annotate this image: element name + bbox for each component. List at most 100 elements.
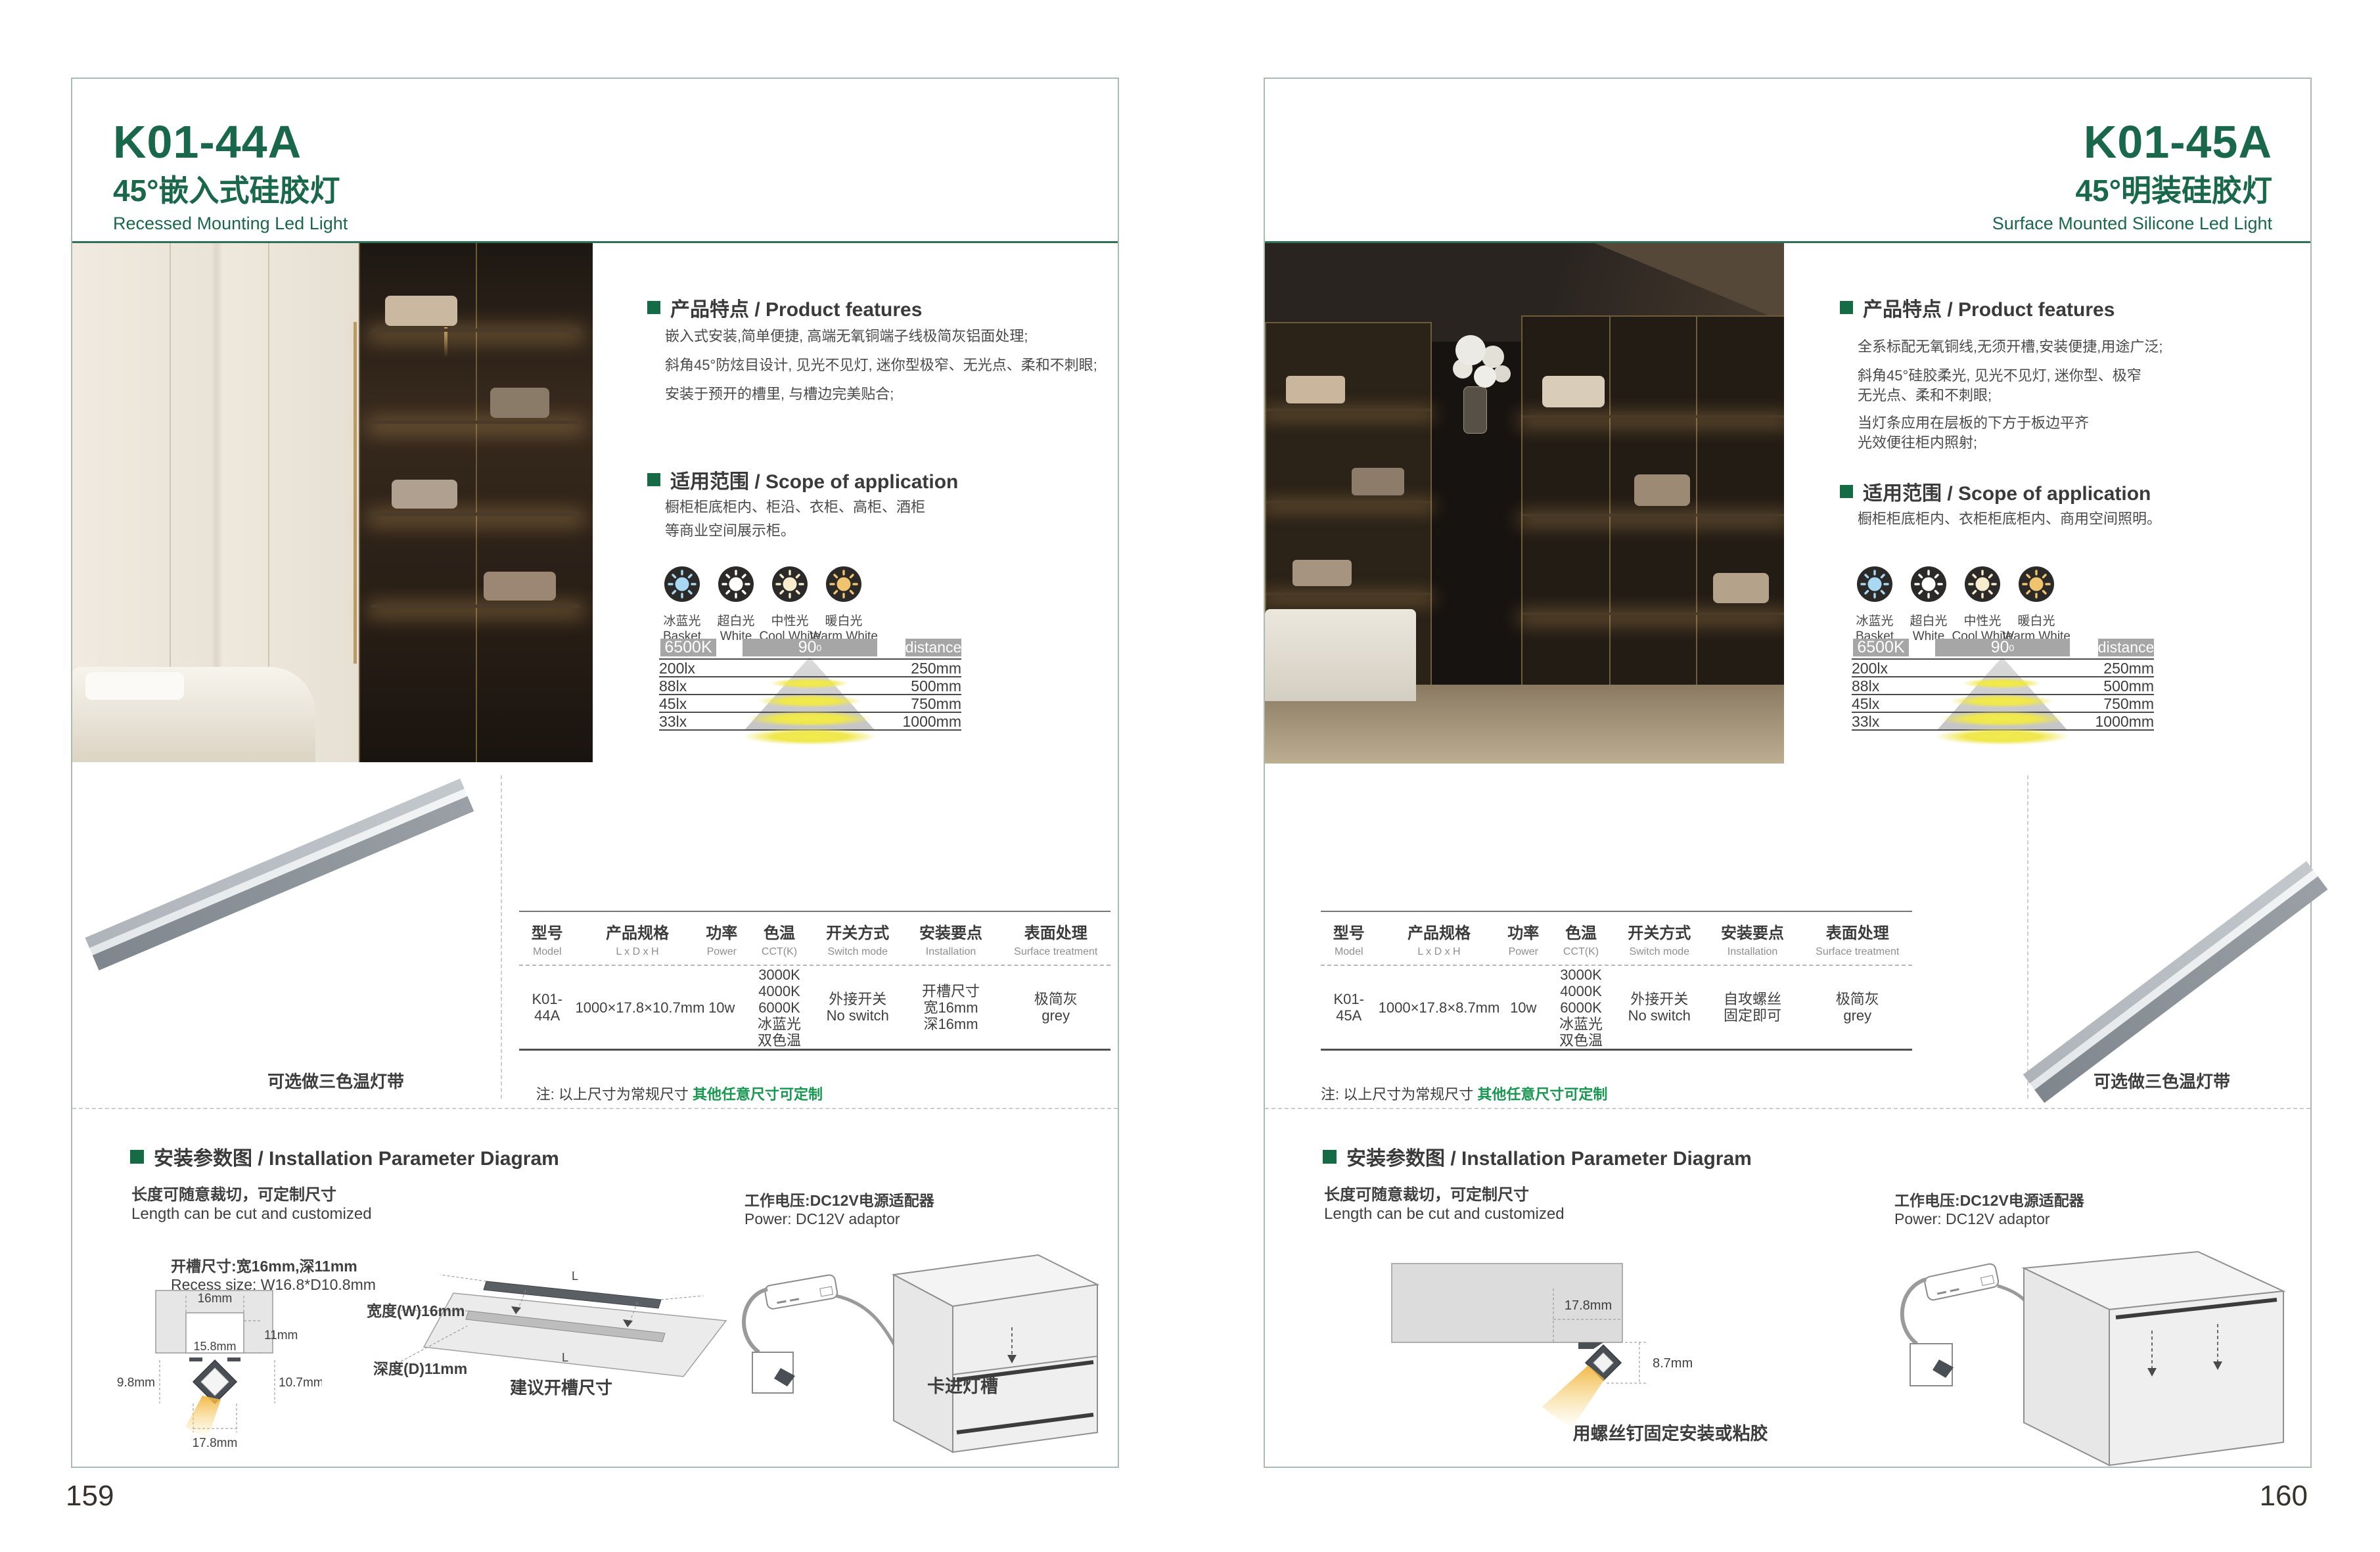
power-label-cn: 工作电压:DC12V电源适配器 [1894, 1188, 2084, 1210]
light-color-icon-white [718, 566, 754, 603]
install-heading: 安装参数图 / Installation Parameter Diagram [130, 1142, 559, 1171]
dim-label: 9.8mm [117, 1376, 155, 1390]
groove-depth-label: 深度(D)11mm [373, 1356, 467, 1379]
folded-clothes [490, 388, 549, 418]
bullet-square-icon [647, 301, 660, 314]
shelf [1522, 415, 1784, 418]
feature-line: 斜角45°硅胶柔光, 见光不见灯, 迷你型、极窄 [1858, 364, 2141, 385]
features-heading: 产品特点 / Product features [1840, 293, 2115, 322]
groove-caption: 建议开槽尺寸 [463, 1375, 660, 1399]
handbag [1293, 560, 1352, 586]
cut-note-en: Length can be cut and customized [1324, 1205, 1565, 1223]
page-number-right: 160 [2182, 1480, 2308, 1513]
product-photo [1265, 243, 1784, 764]
cell-power: 10w [1501, 999, 1546, 1016]
cell-surface: 极简灰grey [1001, 991, 1111, 1024]
cell-size: 1000×17.8×8.7mm [1377, 999, 1501, 1016]
power-label-en: Power: DC12V adaptor [1894, 1210, 2050, 1228]
sun-glyph [2023, 571, 2049, 597]
cell-install: 开槽尺寸宽16mm深16mm [901, 983, 1001, 1032]
col-header: 型号Model [1321, 920, 1377, 958]
model-title: K01-44A [113, 114, 348, 170]
dim-label: 17.8mm [193, 1436, 238, 1450]
scope-line: 橱柜柜底柜内、柜沿、衣柜、高柜、酒柜 [665, 495, 925, 516]
flower-blooms [1455, 335, 1486, 365]
page-number-left: 159 [66, 1480, 114, 1513]
model-title: K01-45A [1992, 114, 2272, 170]
glass-cabinet-right [1521, 315, 1784, 699]
power-label-en: Power: DC12V adaptor [744, 1210, 900, 1228]
bullet-square-icon [647, 473, 660, 486]
dim-label: 17.8mm [1565, 1298, 1612, 1313]
shelf [372, 513, 580, 516]
page-right-header: K01-45A 45°明装硅胶灯 Surface Mounted Silicon… [1992, 114, 2272, 235]
sun-glyph [1862, 571, 1888, 597]
product-photo [72, 243, 593, 762]
cell-cct: 3000K4000K6000K冰蓝光双色温 [1545, 967, 1616, 1049]
cell-surface: 极简灰grey [1803, 991, 1913, 1024]
bullet-square-icon [1840, 485, 1853, 498]
vertical-divider [2027, 775, 2028, 1099]
col-header: 功率Power [700, 920, 744, 958]
scope-heading: 适用范围 / Scope of application [1840, 477, 2151, 506]
island-bench [1265, 609, 1416, 701]
col-header: 功率Power [1501, 920, 1546, 958]
wiring-cabinet-diagram [1889, 1232, 2300, 1469]
dim-label: 11mm [264, 1329, 298, 1342]
light-color-icon-coolwhite [1964, 566, 2001, 603]
profile-caption: 可选做三色温灯带 [204, 1068, 467, 1093]
dim-label: 16mm [198, 1292, 233, 1306]
feature-line: 无光点、柔和不刺眼; [1858, 384, 1992, 405]
cabinet [894, 1255, 1097, 1452]
profile-silicone-strip [2030, 870, 2318, 1090]
lux-value: 45lx [659, 695, 687, 713]
sun-glyph [1969, 571, 1996, 597]
recess-size-cn: 开槽尺寸:宽16mm,深11mm [171, 1254, 357, 1276]
bullet-square-icon [130, 1150, 144, 1164]
title-en: Surface Mounted Silicone Led Light [1992, 212, 2272, 235]
angle-sup: 0 [817, 645, 822, 651]
beam-ellipse [1963, 678, 2042, 689]
folded-clothes [484, 572, 556, 601]
section-divider [1265, 1108, 2310, 1109]
cabinet-frame [1609, 317, 1611, 698]
folded-clothes [385, 296, 457, 326]
recess-diagram: 16mm 11mm 15.8mm 9.8mm 10.7mm 17.8mm [112, 1287, 322, 1451]
cell-model: K01-44A [519, 991, 576, 1024]
clip-into-slot-label: 卡进灯槽 [897, 1372, 1028, 1398]
size-note: 注: 以上尺寸为常规尺寸 其他任意尺寸可定制 [519, 1083, 823, 1104]
col-header: 色温CCT(K) [1545, 920, 1616, 958]
spec-table: 型号Model 产品规格L x D x H 功率Power 色温CCT(K) 开… [1321, 911, 1912, 1051]
beam-ellipse [747, 711, 872, 727]
sun-glyph [669, 571, 695, 597]
lux-value: 88lx [659, 677, 687, 695]
title-en: Recessed Mounting Led Light [113, 212, 348, 235]
groove-width-label: 宽度(W)16mm [367, 1298, 465, 1321]
pillow [85, 672, 184, 700]
light-color-icon-warmwhite [825, 566, 862, 603]
cut-note-cn: 长度可随意裁切，可定制尺寸 [1324, 1181, 1529, 1204]
handbag [1542, 376, 1605, 407]
cell-switch: 外接开关No switch [815, 991, 901, 1024]
cut-note-cn: 长度可随意裁切，可定制尺寸 [131, 1181, 336, 1204]
feature-line: 安装于预开的槽里, 与槽边完美贴合; [665, 382, 894, 403]
lux-value: 200lx [659, 660, 695, 677]
beam-ellipse [758, 695, 861, 708]
cabinet-frame [1696, 317, 1697, 698]
dc12v-adaptor [764, 1274, 838, 1310]
feature-line: 斜角45°防炫目设计, 见光不见灯, 迷你型极窄、无光点、柔和不刺眼; [665, 354, 1097, 375]
handbag [392, 480, 457, 509]
power-cord [744, 1289, 767, 1352]
scope-line: 橱柜柜底柜内、衣柜柜底柜内、商用空间照明。 [1858, 507, 2161, 528]
col-header: 产品规格L x D x H [1377, 920, 1501, 958]
col-header: 表面处理Surface treatment [1803, 920, 1913, 958]
page-left: K01-44A 45°嵌入式硅胶灯 Recessed Mounting Led … [71, 78, 1119, 1468]
spec-table-head: 型号Model 产品规格L x D x H 功率Power 色温CCT(K) 开… [1321, 911, 1912, 966]
vertical-divider [501, 775, 502, 1099]
spec-table-head: 型号Model 产品规格L x D x H 功率Power 色温CCT(K) 开… [519, 911, 1110, 966]
cell-switch: 外接开关No switch [1616, 991, 1703, 1024]
flowers [1436, 335, 1515, 440]
angle-value: 90 [798, 638, 817, 657]
angle-bar: 900 [743, 639, 877, 656]
section-divider [72, 1108, 1118, 1109]
